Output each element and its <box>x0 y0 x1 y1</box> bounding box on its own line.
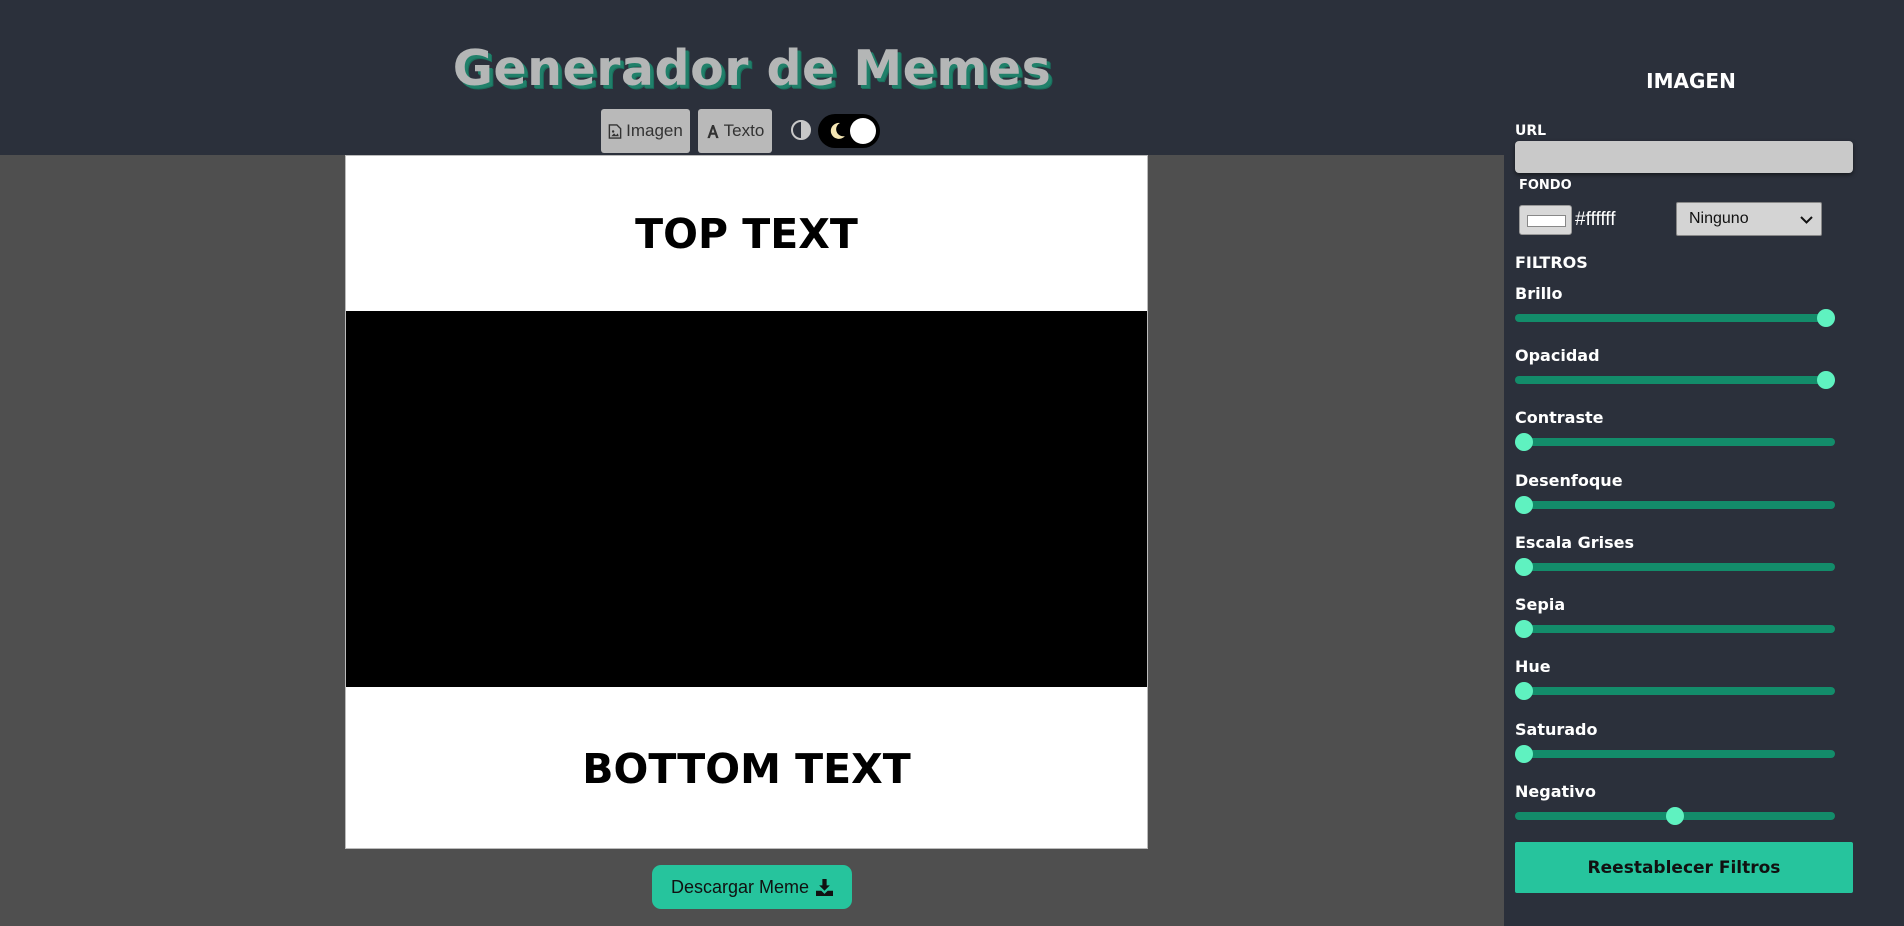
meme-image <box>346 311 1147 687</box>
chevron-down-icon <box>1800 216 1813 224</box>
filter-slider-desenfoque[interactable] <box>1515 496 1835 514</box>
slider-thumb[interactable] <box>1817 371 1835 389</box>
filter-label-negativo: Negativo <box>1515 782 1597 801</box>
header: Generador de Memes Imagen Texto <box>0 0 1504 155</box>
background-color-value: #ffffff <box>1575 209 1616 230</box>
filter-label-brillo: Brillo <box>1515 284 1563 303</box>
filter-slider-brillo[interactable] <box>1515 309 1835 327</box>
filter-label-saturado: Saturado <box>1515 720 1598 739</box>
meme-top-text: TOP TEXT <box>635 209 858 258</box>
filter-label-opacidad: Opacidad <box>1515 346 1600 365</box>
file-image-icon <box>608 123 622 139</box>
filter-slider-contraste[interactable] <box>1515 433 1835 451</box>
download-icon <box>816 878 834 896</box>
url-label: URL <box>1515 123 1547 139</box>
theme-toggle[interactable] <box>818 114 880 148</box>
slider-thumb[interactable] <box>1666 807 1684 825</box>
tab-imagen[interactable]: Imagen <box>601 109 690 153</box>
toggle-knob <box>850 118 876 144</box>
moon-icon <box>830 122 845 139</box>
fondo-label: FONDO <box>1519 178 1572 193</box>
slider-thumb[interactable] <box>1515 682 1533 700</box>
background-color-picker[interactable] <box>1519 205 1572 235</box>
blend-mode-value: Ninguno <box>1689 210 1749 227</box>
filters-heading: FILTROS <box>1515 253 1588 272</box>
url-input[interactable] <box>1515 141 1853 173</box>
slider-thumb[interactable] <box>1515 496 1533 514</box>
filter-slider-opacidad[interactable] <box>1515 371 1835 389</box>
tab-texto-label: Texto <box>723 121 765 140</box>
slider-thumb[interactable] <box>1515 620 1533 638</box>
filter-label-hue: Hue <box>1515 657 1551 676</box>
blend-mode-select[interactable]: Ninguno <box>1676 202 1822 236</box>
filter-slider-escala-grises[interactable] <box>1515 558 1835 576</box>
slider-thumb[interactable] <box>1515 433 1533 451</box>
page-title: Generador de Memes <box>452 40 1052 97</box>
slider-thumb[interactable] <box>1515 558 1533 576</box>
tab-imagen-label: Imagen <box>626 121 683 140</box>
filter-slider-sepia[interactable] <box>1515 620 1835 638</box>
font-icon <box>707 124 719 138</box>
download-label: Descargar Meme <box>670 876 810 897</box>
tab-texto[interactable]: Texto <box>698 109 772 153</box>
panel-title: IMAGEN <box>1646 69 1736 93</box>
filter-label-contraste: Contraste <box>1515 408 1604 427</box>
contrast-icon <box>791 120 811 140</box>
filter-slider-negativo[interactable] <box>1515 807 1835 825</box>
filter-slider-saturado[interactable] <box>1515 745 1835 763</box>
filter-label-sepia: Sepia <box>1515 595 1566 614</box>
meme-bottom-text: BOTTOM TEXT <box>582 744 911 793</box>
image-panel: IMAGEN URL FONDO #ffffff Ninguno FILTROS… <box>1504 0 1904 926</box>
filter-label-escala-grises: Escala Grises <box>1515 533 1634 552</box>
filter-slider-hue[interactable] <box>1515 682 1835 700</box>
reset-filters-button[interactable]: Reestablecer Filtros <box>1515 842 1853 893</box>
download-button[interactable]: Descargar Meme <box>652 865 852 909</box>
slider-thumb[interactable] <box>1515 745 1533 763</box>
meme-canvas: TOP TEXT BOTTOM TEXT <box>345 155 1148 849</box>
slider-thumb[interactable] <box>1817 309 1835 327</box>
filter-label-desenfoque: Desenfoque <box>1515 471 1623 490</box>
